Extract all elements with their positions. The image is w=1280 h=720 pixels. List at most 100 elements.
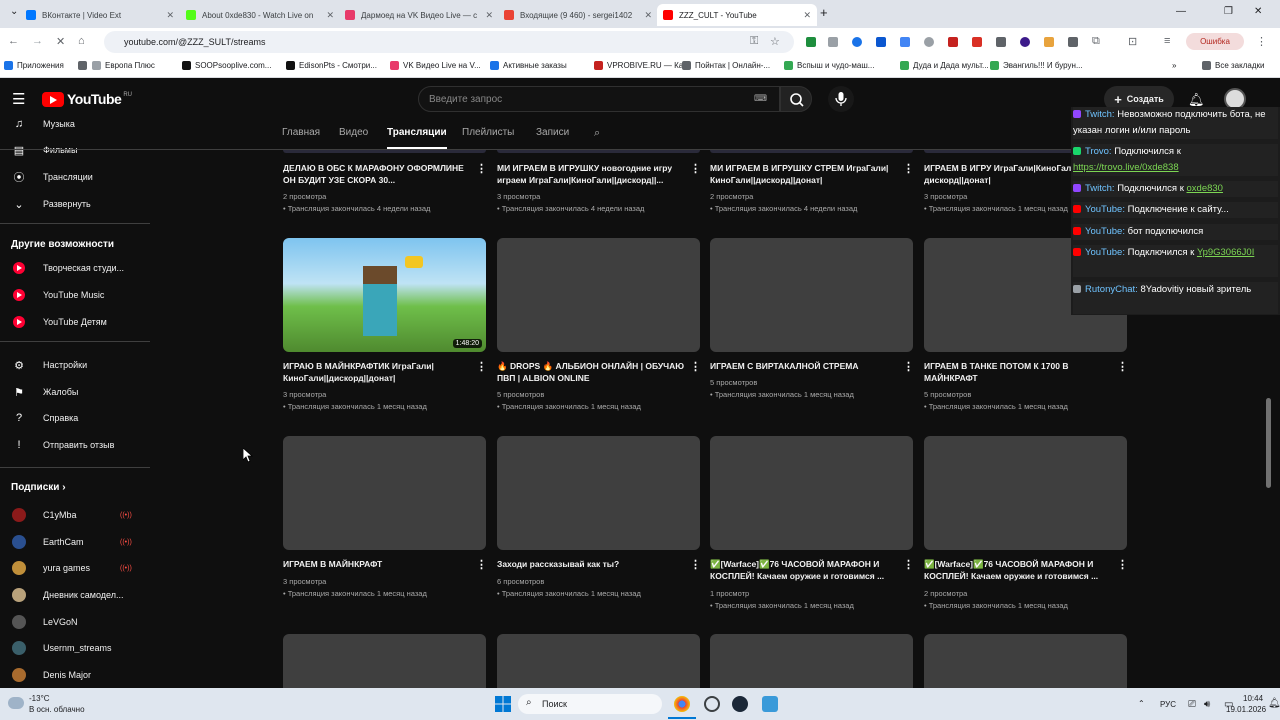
extension-icon[interactable]	[1068, 37, 1078, 47]
video-thumbnail[interactable]	[924, 634, 1127, 688]
forward-icon[interactable]: →	[32, 35, 43, 47]
taskbar-search[interactable]: ⌕ Поиск	[518, 694, 662, 714]
youtube-logo[interactable]: YouTube RU	[42, 91, 132, 107]
extensions-puzzle-icon[interactable]: ⧉	[1092, 35, 1100, 48]
video-title[interactable]: ✅[Warface]✅76 ЧАСОВОЙ МАРАФОН И КОСПЛЕЙ!…	[924, 558, 1112, 582]
extension-icon[interactable]	[996, 37, 1006, 47]
sidebar-item[interactable]: ⚑ Жалобы	[0, 379, 150, 405]
chrome-taskbar-icon[interactable]	[674, 696, 690, 712]
windows-start-icon[interactable]	[494, 695, 512, 713]
all-bookmarks[interactable]: Все закладки	[1202, 61, 1264, 70]
video-thumbnail[interactable]	[497, 436, 700, 550]
close-tab-icon[interactable]: ✕	[644, 10, 652, 21]
bookmark-item[interactable]: EdisonPts - Смотри...	[286, 61, 377, 70]
extension-icon[interactable]	[1020, 37, 1030, 47]
screenshot-icon[interactable]: ⊡	[1128, 35, 1137, 48]
video-menu-icon[interactable]: ⋮	[690, 558, 701, 571]
pdf-icon[interactable]	[972, 37, 982, 47]
bookmark-item[interactable]: Дуда и Дада мульт...	[900, 61, 989, 70]
bookmark-item[interactable]	[78, 61, 91, 70]
chat-link[interactable]: oxde830	[1187, 183, 1223, 194]
video-menu-icon[interactable]: ⋮	[1117, 558, 1128, 571]
voice-search-button[interactable]	[828, 86, 854, 112]
weather-cloud-icon[interactable]	[8, 697, 24, 709]
translate-icon[interactable]	[900, 37, 910, 47]
extension-icon[interactable]	[852, 37, 862, 47]
subscriptions-heading[interactable]: Подписки ›	[11, 482, 66, 493]
keyboard-icon[interactable]: ⌨	[754, 93, 767, 104]
video-thumbnail[interactable]	[283, 634, 486, 688]
video-title[interactable]: ИГРАЕМ В ТАНКЕ ПОТОМ К 1700 В МАЙНКРАФТ	[924, 360, 1112, 384]
maximize-icon[interactable]: ❐	[1224, 6, 1233, 17]
bookmark-item[interactable]: SOOPsooplive.com...	[182, 61, 271, 70]
tray-chevron-icon[interactable]: ⌃	[1138, 699, 1145, 708]
address-bar[interactable]: youtube.com/@ZZZ_SULT/streams	[104, 31, 794, 53]
extension-icon[interactable]	[924, 37, 934, 47]
video-title[interactable]: МИ ИГРАЕМ В ИГРУШКУ СТРЕМ ИграГали|КиноГ…	[710, 162, 898, 186]
sidebar-item[interactable]: ⚙ Настройки	[0, 352, 150, 378]
video-menu-icon[interactable]: ⋮	[690, 162, 701, 175]
close-tab-icon[interactable]: ✕	[485, 10, 493, 21]
chat-link[interactable]: https://trovo.live/0xde838	[1073, 162, 1179, 173]
profile-error-button[interactable]: Ошибка	[1186, 33, 1244, 50]
sidebar-item[interactable]: C1yMba ((•))	[0, 502, 150, 528]
sidebar-item[interactable]: Denis Major	[0, 662, 150, 688]
chat-link[interactable]: Yp9G3066J0I	[1197, 247, 1254, 258]
video-title[interactable]: МИ ИГРАЕМ В ИГРУШКУ новогодние игру игра…	[497, 162, 685, 186]
video-title[interactable]: ИГРАЕМ С ВИРТАКАЛНОЙ СТРЕМА	[710, 360, 898, 372]
video-title[interactable]: Заходи рассказывай как ты?	[497, 558, 685, 570]
video-title[interactable]: ИГРАЕМ В МАЙНКРАФТ	[283, 558, 471, 570]
video-title[interactable]: 🔥 DROPS 🔥 АЛЬБИОН ОНЛАЙН | ОБУЧАЮ ПВП | …	[497, 360, 685, 384]
channel-search-icon[interactable]: ⌕	[594, 127, 600, 140]
stop-icon[interactable]: ✕	[56, 35, 65, 48]
video-thumbnail[interactable]	[497, 238, 700, 352]
sidebar-item[interactable]: ▤ Фильмы	[0, 137, 150, 163]
video-menu-icon[interactable]: ⋮	[903, 558, 914, 571]
sidebar-item[interactable]: YouTube Music	[0, 282, 150, 308]
bookmark-item[interactable]: VPROBIVE.RU — Ка...	[594, 61, 690, 70]
sidebar-item[interactable]: Творческая студи...	[0, 255, 150, 281]
video-menu-icon[interactable]: ⋮	[476, 558, 487, 571]
app-taskbar-icon[interactable]	[704, 696, 720, 712]
video-thumbnail-edge[interactable]	[710, 150, 913, 153]
password-key-icon[interactable]: ⚿	[750, 35, 758, 48]
clock-time[interactable]: 10:44	[1243, 694, 1263, 703]
minimize-icon[interactable]: —	[1176, 6, 1186, 17]
video-thumbnail[interactable]	[710, 436, 913, 550]
channel-tab[interactable]: Видео	[339, 127, 368, 138]
browser-tab[interactable]: ZZZ_CULT - YouTube ✕	[657, 4, 817, 26]
sidebar-item[interactable]: LeVGoN	[0, 609, 150, 635]
network-icon[interactable]: ⎚	[1188, 699, 1196, 710]
page-scrollbar[interactable]	[1266, 398, 1271, 488]
video-thumbnail[interactable]	[710, 634, 913, 688]
bookmark-item[interactable]: Эвангиль!!! И бурун...	[990, 61, 1083, 70]
home-icon[interactable]: ⌂	[78, 35, 85, 47]
channel-tab[interactable]: Главная	[282, 127, 320, 138]
weather-temperature[interactable]: -13°C	[29, 694, 50, 703]
steam-taskbar-icon[interactable]	[732, 696, 748, 712]
back-icon[interactable]: ←	[8, 35, 19, 47]
bookmarks-overflow-icon[interactable]: »	[1172, 61, 1176, 70]
close-tab-icon[interactable]: ✕	[166, 10, 174, 21]
sidebar-item[interactable]: Дневник самодел...	[0, 582, 150, 608]
sidebar-item[interactable]: ⌄ Развернуть	[0, 191, 150, 217]
sidebar-item[interactable]: Usernm_streams	[0, 635, 150, 661]
video-title[interactable]: ИГРАЮ В МАЙНКРАФТИК ИграГали| КиноГали||…	[283, 360, 471, 384]
browser-tab[interactable]: ВКонтакте | Video Ext ✕	[20, 4, 180, 26]
video-thumbnail-edge[interactable]	[497, 150, 700, 153]
notifications-bell-icon[interactable]: 🔔︎	[1188, 92, 1205, 108]
browser-tab[interactable]: About 0xde830 - Watch Live on ✕	[180, 4, 340, 26]
close-tab-icon[interactable]: ✕	[803, 10, 811, 21]
sidebar-item[interactable]: ? Справка	[0, 405, 150, 431]
bookmark-item[interactable]: Активные заказы	[490, 61, 567, 70]
video-thumbnail-edge[interactable]	[283, 150, 486, 153]
close-tab-icon[interactable]: ✕	[326, 10, 334, 21]
bookmark-item[interactable]: Европа Плюс	[92, 61, 155, 70]
search-input[interactable]: Введите запрос ⌨	[418, 86, 780, 112]
sidebar-item[interactable]: yura games ((•))	[0, 555, 150, 581]
bookmark-star-icon[interactable]: ☆	[770, 35, 780, 48]
browser-tab[interactable]: Входящие (9 460) - sergei1402 ✕	[498, 4, 658, 26]
video-title[interactable]: ДЕЛАЮ В ОБС К МАРАФОНУ ОФОРМЛИНЕ ОН БУДИ…	[283, 162, 471, 186]
extension-icon[interactable]	[828, 37, 838, 47]
sidebar-item[interactable]: EarthCam ((•))	[0, 529, 150, 555]
